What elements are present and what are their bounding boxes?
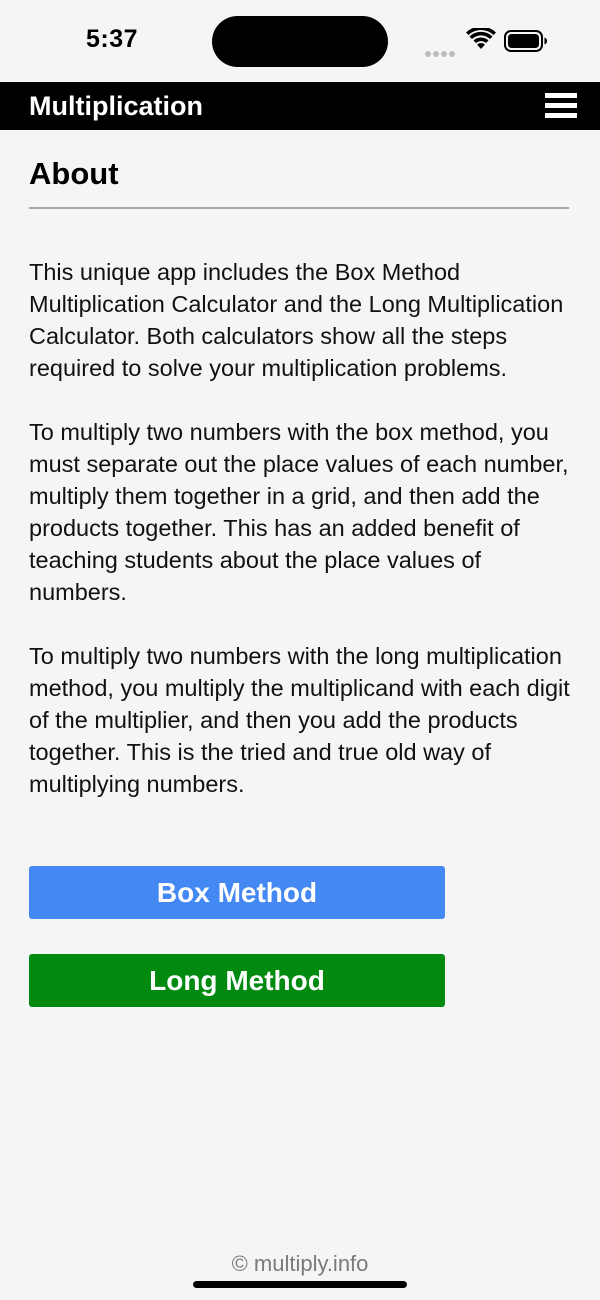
about-paragraph: To multiply two numbers with the box met… [29,419,569,605]
long-method-button[interactable]: Long Method [29,954,445,1007]
app-title: Multiplication [29,91,203,121]
dynamic-island [212,16,388,67]
about-paragraph: This unique app includes the Box Method … [29,259,564,381]
about-paragraph: To multiply two numbers with the long mu… [29,643,570,797]
navbar: Multiplication [0,82,600,130]
home-indicator[interactable] [193,1281,407,1288]
menu-icon[interactable] [545,93,577,119]
signal-icon [425,44,457,62]
about-text: This unique app includes the Box Method … [29,256,577,832]
title-divider [29,207,569,209]
status-time: 5:37 [86,25,139,53]
page-title: About [29,156,119,191]
battery-icon [504,30,547,52]
box-method-button[interactable]: Box Method [29,866,445,919]
footer-copyright: © multiply.info [231,1251,369,1276]
wifi-icon [466,28,496,49]
status-bar: 5:37 [0,0,600,82]
